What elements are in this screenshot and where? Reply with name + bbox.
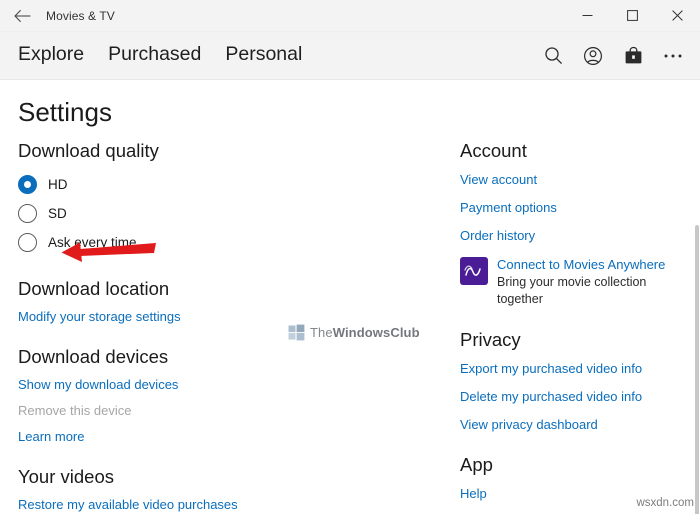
movies-anywhere-subtitle: Bring your movie collection together — [497, 274, 680, 307]
link-order-history[interactable]: Order history — [460, 228, 680, 243]
link-export-purchased-video-info[interactable]: Export my purchased video info — [460, 361, 680, 376]
radio-option-sd[interactable]: SD — [18, 200, 420, 227]
settings-columns: Download quality HD SD Ask every time Do… — [0, 140, 700, 514]
minimize-button[interactable] — [565, 0, 610, 31]
search-icon[interactable] — [536, 39, 570, 73]
link-modify-storage-settings[interactable]: Modify your storage settings — [18, 309, 420, 324]
link-show-my-download-devices[interactable]: Show my download devices — [18, 377, 420, 392]
radio-ask-indicator[interactable] — [18, 233, 37, 252]
account-icon[interactable] — [576, 39, 610, 73]
movies-anywhere-card[interactable]: Connect to Movies Anywhere Bring your mo… — [460, 257, 680, 307]
movies-anywhere-logo — [460, 257, 488, 285]
window-title: Movies & TV — [46, 9, 115, 23]
download-quality-heading: Download quality — [18, 140, 420, 162]
radio-hd-indicator[interactable] — [18, 175, 37, 194]
radio-sd-indicator[interactable] — [18, 204, 37, 223]
more-options-icon[interactable] — [656, 39, 690, 73]
link-view-privacy-dashboard[interactable]: View privacy dashboard — [460, 417, 680, 432]
link-learn-more[interactable]: Learn more — [18, 429, 420, 444]
close-button[interactable] — [655, 0, 700, 31]
download-location-heading: Download location — [18, 278, 420, 300]
link-connect-to-movies-anywhere[interactable]: Connect to Movies Anywhere — [497, 257, 680, 273]
settings-left-column: Download quality HD SD Ask every time Do… — [0, 140, 420, 514]
tab-personal[interactable]: Personal — [225, 45, 302, 67]
maximize-button[interactable] — [610, 0, 655, 31]
title-bar: Movies & TV — [0, 0, 700, 32]
tab-explore[interactable]: Explore — [18, 45, 84, 67]
window-controls — [565, 0, 700, 31]
nav-actions — [536, 39, 690, 73]
navigation-bar: Explore Purchased Personal — [0, 32, 700, 80]
back-arrow-icon — [14, 9, 31, 23]
radio-option-ask-every-time[interactable]: Ask every time — [18, 229, 420, 256]
radio-ask-label: Ask every time — [48, 235, 137, 250]
download-devices-heading: Download devices — [18, 346, 420, 368]
account-heading: Account — [460, 140, 680, 162]
vertical-scrollbar[interactable] — [694, 159, 700, 514]
radio-hd-label: HD — [48, 177, 68, 192]
movies-anywhere-text: Connect to Movies Anywhere Bring your mo… — [497, 257, 680, 307]
radio-sd-label: SD — [48, 206, 67, 221]
nav-tabs: Explore Purchased Personal — [18, 45, 302, 67]
tab-purchased[interactable]: Purchased — [108, 45, 201, 67]
store-bag-icon[interactable] — [616, 39, 650, 73]
back-button[interactable] — [0, 0, 44, 31]
settings-right-column: Account View account Payment options Ord… — [420, 140, 680, 514]
settings-content: Settings Download quality HD SD Ask ever… — [0, 80, 700, 514]
link-restore-video-purchases[interactable]: Restore my available video purchases — [18, 497, 420, 512]
link-payment-options[interactable]: Payment options — [460, 200, 680, 215]
privacy-heading: Privacy — [460, 329, 680, 351]
scrollbar-thumb[interactable] — [695, 225, 699, 514]
your-videos-heading: Your videos — [18, 466, 420, 488]
radio-option-hd[interactable]: HD — [18, 171, 420, 198]
page-title: Settings — [18, 97, 700, 128]
footer-brand: wsxdn.com — [636, 497, 694, 509]
link-view-account[interactable]: View account — [460, 172, 680, 187]
text-remove-this-device: Remove this device — [18, 403, 420, 418]
link-delete-purchased-video-info[interactable]: Delete my purchased video info — [460, 389, 680, 404]
app-heading: App — [460, 454, 680, 476]
